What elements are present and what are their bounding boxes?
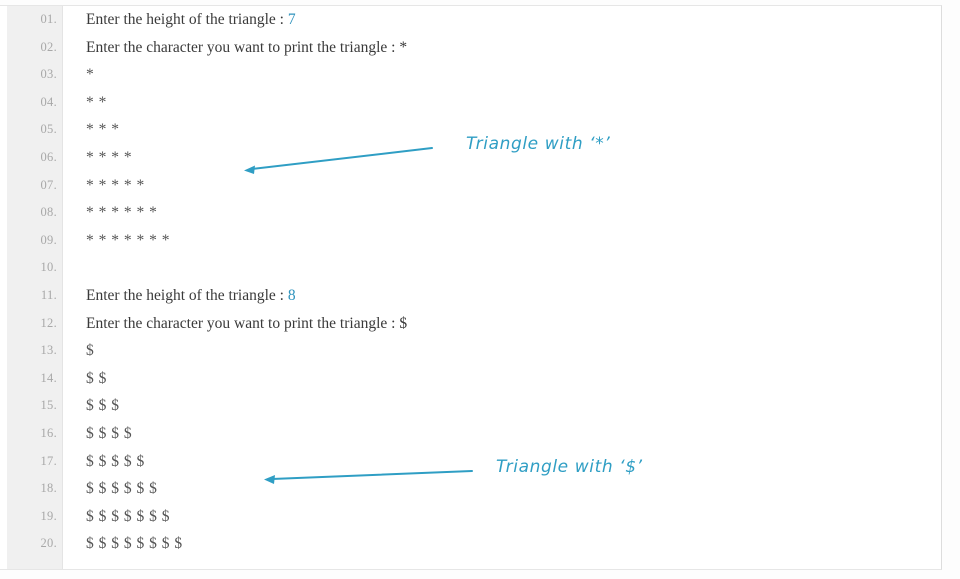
line-number: 11	[7, 282, 57, 310]
line-number: 03	[7, 61, 57, 89]
triangle-row: $ $ $ $ $ $ $ $	[86, 535, 183, 553]
line-number: 10	[7, 254, 57, 282]
arrow-to-star-triangle	[238, 139, 438, 179]
line-number: 12	[7, 310, 57, 338]
triangle-row: $ $ $ $ $ $ $	[86, 507, 170, 525]
line-number: 06	[7, 144, 57, 172]
line-number: 14	[7, 365, 57, 393]
annotation-star-label: Triangle with ‘*’	[466, 134, 611, 154]
triangle-row: *	[86, 66, 95, 84]
console-line: 03 *	[0, 61, 941, 89]
line-number: 20	[7, 530, 57, 558]
annotation-dollar-label: Triangle with ‘$’	[496, 457, 643, 477]
prompt-entered-value: 8	[287, 286, 296, 304]
arrow-to-dollar-triangle	[258, 468, 478, 488]
console-line: 12 Enter the character you want to print …	[0, 310, 941, 338]
line-number: 04	[7, 89, 57, 117]
triangle-row: * * *	[86, 121, 120, 139]
console-line: 04 * *	[0, 89, 941, 117]
triangle-row: $ $	[86, 369, 107, 387]
console-line: 14 $ $	[0, 365, 941, 393]
line-number: 07	[7, 172, 57, 200]
prompt-text: Enter the character you want to print th…	[86, 314, 400, 332]
prompt-entered-value: $	[399, 314, 408, 332]
console-line: 10	[0, 254, 941, 282]
console-output-card: 01Enter the height of the triangle : 702…	[0, 5, 942, 570]
triangle-row: * *	[86, 93, 107, 111]
prompt-entered-value: *	[399, 38, 408, 56]
console-line: 08 * * * * * *	[0, 199, 941, 227]
line-number: 08	[7, 199, 57, 227]
line-number: 01	[7, 6, 57, 34]
triangle-row: $ $ $ $ $	[86, 452, 145, 470]
line-number: 16	[7, 420, 57, 448]
prompt-entered-value: 7	[287, 11, 296, 28]
triangle-row: $ $ $	[86, 397, 120, 415]
console-line: 02 Enter the character you want to print …	[0, 34, 941, 62]
line-number: 13	[7, 337, 57, 365]
triangle-row: * * * * * *	[86, 204, 158, 222]
line-number: 15	[7, 392, 57, 420]
line-number: 09	[7, 227, 57, 255]
line-number: 19	[7, 503, 57, 531]
triangle-row: $	[86, 342, 95, 360]
prompt-line: Enter the height of the triangle : 7	[86, 6, 296, 34]
console-line: 07 * * * * *	[0, 172, 941, 200]
console-line: 11 Enter the height of the triangle : 8	[0, 282, 941, 310]
console-line: 19 $ $ $ $ $ $ $	[0, 503, 941, 531]
triangle-row: * * * *	[86, 148, 133, 166]
prompt-text: Enter the height of the triangle :	[86, 11, 288, 28]
console-line: 20 $ $ $ $ $ $ $ $	[0, 530, 941, 558]
triangle-row: * * * * * * *	[86, 231, 170, 249]
console-line: 15 $ $ $	[0, 392, 941, 420]
prompt-line: Enter the character you want to print th…	[86, 310, 407, 338]
console-line: 09 * * * * * * *	[0, 227, 941, 255]
console-line: 16 $ $ $ $	[0, 420, 941, 448]
line-number: 18	[7, 475, 57, 503]
prompt-line: Enter the character you want to print th…	[86, 34, 407, 62]
line-number: 05	[7, 116, 57, 144]
page-background: 01Enter the height of the triangle : 702…	[0, 0, 960, 579]
prompt-text: Enter the height of the triangle :	[86, 286, 288, 304]
triangle-row: * * * * *	[86, 176, 145, 194]
line-number: 02	[7, 34, 57, 62]
console-line: 01 Enter the height of the triangle : 7	[0, 6, 941, 34]
prompt-text: Enter the character you want to print th…	[86, 38, 400, 56]
triangle-row: $ $ $ $ $ $	[86, 480, 158, 498]
line-number: 17	[7, 448, 57, 476]
console-line: 13 $	[0, 337, 941, 365]
prompt-line: Enter the height of the triangle : 8	[86, 282, 296, 310]
triangle-row: $ $ $ $	[86, 424, 133, 442]
